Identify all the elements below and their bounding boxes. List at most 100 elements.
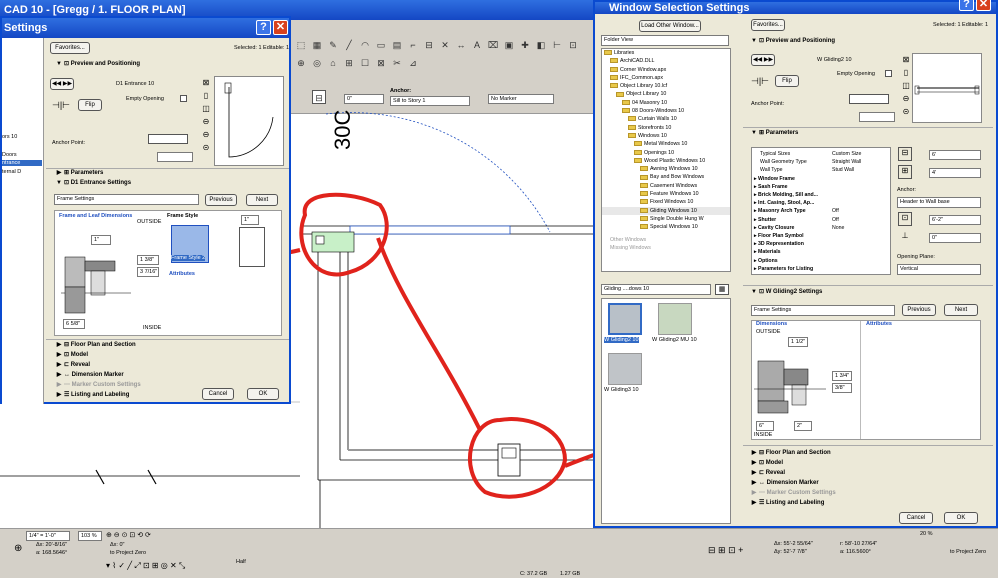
model-section-header[interactable]: ▶ ⊡ Model bbox=[54, 351, 88, 360]
listing-section-header[interactable]: ▶ ☰ Listing and Labeling bbox=[749, 499, 825, 508]
anchor-point-widget[interactable] bbox=[849, 94, 889, 104]
fill-tool-icon[interactable]: ▣ bbox=[502, 38, 516, 52]
tree-item[interactable]: Windows 10 bbox=[602, 132, 730, 140]
parameters-list[interactable]: Typical Sizes Custom Size Wall Geometry Ty… bbox=[751, 147, 891, 275]
tree-item[interactable]: Awning Windows 10 bbox=[602, 165, 730, 173]
help-button[interactable]: ? bbox=[959, 0, 974, 11]
favorites-button[interactable]: Favorites... bbox=[751, 19, 785, 31]
right-zoom[interactable]: 20 % bbox=[920, 531, 933, 537]
height-field[interactable]: 4' bbox=[929, 168, 981, 178]
thumb-gliding2-mu[interactable] bbox=[658, 303, 692, 335]
window-tool-icon[interactable]: ⊟ bbox=[422, 38, 436, 52]
door-side-icons[interactable]: ⊠ ▯ ◫ ⊖ ⊖ ⊝ bbox=[200, 76, 212, 166]
tree-item[interactable]: Corner Window.apx bbox=[602, 66, 730, 74]
flip-icon[interactable]: ⊣|⊢ bbox=[52, 100, 70, 111]
ok-button[interactable]: OK bbox=[944, 512, 978, 524]
toolbar-marker-select[interactable]: No Marker bbox=[488, 94, 554, 104]
parameters-section-header[interactable]: ▶ ⊞ Parameters bbox=[54, 169, 104, 178]
tree-item[interactable]: ArchiCAD.DLL bbox=[602, 57, 730, 65]
thumb-label[interactable]: W Gliding3 10 bbox=[604, 387, 639, 393]
dimension-marker-section-header[interactable]: ▶ ↔ Dimension Marker bbox=[749, 479, 819, 488]
model-section-header[interactable]: ▶ ⊡ Model bbox=[749, 459, 783, 468]
window-settings-section-header[interactable]: ▼ ⊡ W Gliding2 Settings bbox=[749, 288, 822, 297]
anchor-select[interactable]: Header to Wall base bbox=[897, 197, 981, 208]
line-tool-icon[interactable]: ╱ bbox=[342, 38, 356, 52]
dim-field-1[interactable]: 1 1/2" bbox=[788, 337, 808, 347]
zoom-select[interactable]: 103 % bbox=[78, 531, 102, 541]
favorites-button[interactable]: Favorites... bbox=[50, 42, 90, 54]
tree-item[interactable]: Object Library 10 bbox=[602, 90, 730, 98]
empty-opening-checkbox[interactable] bbox=[885, 70, 892, 77]
reveal-section-header[interactable]: ▶ ⊏ Reveal bbox=[749, 469, 785, 478]
dim-tool-icon[interactable]: ↔ bbox=[454, 38, 468, 52]
close-button[interactable]: ✕ bbox=[976, 0, 991, 11]
window-side-icons[interactable]: ⊠ ▯ ◫ ⊖ ⊝ bbox=[900, 53, 912, 123]
tree-item[interactable]: Bay and Bow Windows bbox=[602, 173, 730, 181]
snap-tools-icon[interactable]: ▾ ⌇ ✓ ╱ ⤢ ⊡ ⊞ ◎ ✕ ⤡ bbox=[106, 561, 185, 571]
parameter-row[interactable]: ▸ Materials bbox=[752, 248, 890, 256]
parameter-row[interactable]: ▸ Options bbox=[752, 257, 890, 265]
tree-item[interactable]: Feature Windows 10 bbox=[602, 190, 730, 198]
anchor-point-widget[interactable] bbox=[148, 134, 188, 144]
select-tool-icon[interactable]: ⬚ bbox=[294, 38, 308, 52]
snap-half[interactable]: Half bbox=[236, 559, 246, 565]
dim-field-3[interactable]: 3/8" bbox=[832, 383, 852, 393]
sidebar-item[interactable]: ternal D bbox=[2, 169, 21, 175]
next-button[interactable]: Next bbox=[944, 304, 978, 316]
missing-windows-item[interactable]: Missing Windows bbox=[602, 244, 730, 252]
anchor-offset-field[interactable] bbox=[859, 112, 895, 122]
row2-tool-g-icon[interactable]: ✂ bbox=[390, 56, 404, 70]
tree-item[interactable]: Curtain Walls 10 bbox=[602, 115, 730, 123]
preview-section-header[interactable]: ▼ ⊡ Preview and Positioning bbox=[749, 37, 835, 46]
toolbar-offset-field[interactable]: 0" bbox=[344, 94, 384, 104]
row2-tool-d-icon[interactable]: ⊞ bbox=[342, 56, 356, 70]
marquee-tool-icon[interactable]: ▦ bbox=[310, 38, 324, 52]
previous-button[interactable]: Previous bbox=[902, 304, 936, 316]
dimension-marker-section-header[interactable]: ▶ ↔ Dimension Marker bbox=[54, 371, 124, 380]
trim-tool-icon[interactable]: ✕ bbox=[438, 38, 452, 52]
detail-tool-icon[interactable]: ⊡ bbox=[566, 38, 580, 52]
dim-field-2[interactable]: 1 3/4" bbox=[832, 371, 852, 381]
parameter-row[interactable]: ▸ Shutter Off bbox=[752, 216, 890, 224]
hotspot-tool-icon[interactable]: ✚ bbox=[518, 38, 532, 52]
flip-button[interactable]: Flip bbox=[78, 99, 102, 111]
tree-item[interactable]: IFC_Common.apx bbox=[602, 74, 730, 82]
thumb-gliding3[interactable] bbox=[608, 353, 642, 385]
previous-button[interactable]: Previous bbox=[205, 194, 237, 206]
gallery-folder-select[interactable]: Gliding ....dows 10 bbox=[601, 284, 711, 295]
opening-plane-select[interactable]: Vertical bbox=[897, 264, 981, 275]
section-tool-icon[interactable]: ⊢ bbox=[550, 38, 564, 52]
tree-item[interactable]: Fixed Windows 10 bbox=[602, 198, 730, 206]
row2-tool-h-icon[interactable]: ⊿ bbox=[406, 56, 420, 70]
offset-field[interactable]: 0" bbox=[929, 233, 981, 243]
thumbnail-gallery[interactable]: W Gliding2 10 W Gliding2 MU 10 W Gliding… bbox=[601, 298, 731, 524]
tree-item[interactable]: Gliding Windows 10 bbox=[602, 206, 730, 215]
text-tool-icon[interactable]: A bbox=[470, 38, 484, 52]
door-dialog-titlebar[interactable]: Settings bbox=[2, 18, 289, 38]
parameter-row[interactable]: ▸ Sash Frame bbox=[752, 183, 890, 191]
parameter-row[interactable]: ▸ Masonry Arch Type Off bbox=[752, 207, 890, 215]
other-windows-item[interactable]: Other Windows bbox=[602, 236, 730, 244]
anchor-offset-field[interactable] bbox=[157, 152, 193, 162]
flip-icon[interactable]: ⊣|⊢ bbox=[751, 76, 769, 87]
row2-tool-b-icon[interactable]: ◎ bbox=[310, 56, 324, 70]
tree-item[interactable]: Special Windows 10 bbox=[602, 223, 730, 231]
sill-height-field[interactable]: 6'-2" bbox=[929, 215, 981, 225]
parameter-row[interactable]: ▸ Brick Molding, Sill and... bbox=[752, 191, 890, 199]
gallery-view-toggle[interactable]: ▦ bbox=[715, 284, 729, 295]
dim-field-5[interactable]: 2" bbox=[794, 421, 812, 431]
parameter-row[interactable]: ▸ Int. Casing, Stool, Ap... bbox=[752, 199, 890, 207]
cancel-button[interactable]: Cancel bbox=[899, 512, 933, 524]
parameter-row[interactable]: ▸ Cavity Closure None bbox=[752, 224, 890, 232]
dim-field-1[interactable]: 1" bbox=[91, 235, 111, 245]
tree-item[interactable]: 08 Doors-Windows 10 bbox=[602, 107, 730, 115]
wall-tool-icon[interactable]: ▤ bbox=[390, 38, 404, 52]
right-status-tools-icon[interactable]: ⊟ ⊞ ⊡ + bbox=[708, 545, 743, 556]
frame-style-value[interactable]: Frame Style 2 bbox=[171, 255, 206, 261]
width-field[interactable]: 6' bbox=[929, 150, 981, 160]
tree-item[interactable]: Storefronts 10 bbox=[602, 124, 730, 132]
parameter-row[interactable]: ▸ Window Frame bbox=[752, 175, 890, 183]
arc-tool-icon[interactable]: ◠ bbox=[358, 38, 372, 52]
help-button[interactable]: ? bbox=[256, 20, 271, 35]
reveal-section-header[interactable]: ▶ ⊏ Reveal bbox=[54, 361, 90, 370]
